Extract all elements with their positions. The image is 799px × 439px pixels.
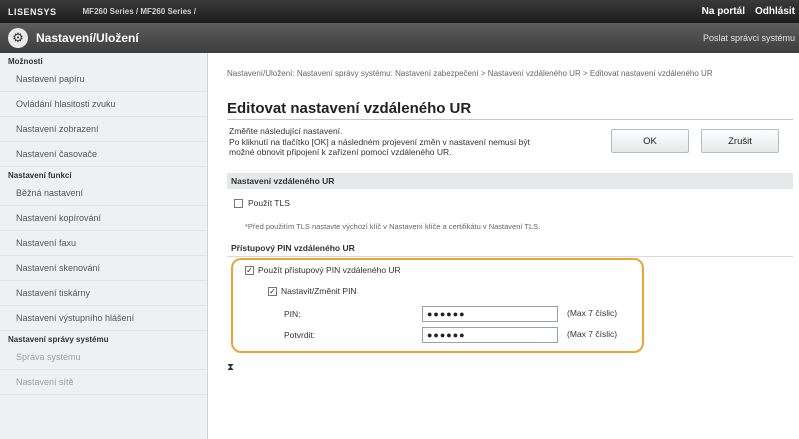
use-tls-checkbox[interactable] — [234, 199, 243, 208]
header-bar: ⚙ Nastavení/Uložení Poslat správci systé… — [0, 23, 799, 53]
sidebar-item-display[interactable]: Nastavení zobrazení — [0, 117, 207, 142]
intro-line-2: Po kliknutí na tlačítko [OK] a následném… — [229, 136, 530, 147]
confirm-pin-input[interactable]: ●●●●●● — [422, 327, 558, 343]
portal-link[interactable]: Na portál — [702, 6, 745, 17]
use-tls-label: Použít TLS — [248, 198, 290, 208]
breadcrumb: Nastavení/Uložení: Nastavení správy syst… — [227, 69, 713, 78]
use-pin-label: Použít přístupový PIN vzdáleného UR — [258, 265, 401, 275]
sidebar-item-timer[interactable]: Nastavení časovače — [0, 142, 207, 167]
sidebar-section-options: Možnosti — [8, 57, 43, 66]
settings-gear-icon: ⚙ — [8, 28, 28, 48]
sidebar-item-printer[interactable]: Nastavení tiskárny — [0, 281, 207, 306]
section-remote-ui: Nastavení vzdáleného UR — [227, 173, 793, 189]
sidebar-item-report[interactable]: Nastavení výstupního hlášení — [0, 306, 207, 331]
sidebar: Možnosti Nastavení papíru Ovládání hlasi… — [0, 53, 208, 439]
cancel-button[interactable]: Zrušit — [701, 129, 779, 153]
intro-line-1: Změňte následující nastavení. — [229, 126, 343, 136]
logout-link[interactable]: Odhlásit — [755, 6, 795, 17]
sidebar-item-volume[interactable]: Ovládání hlasitosti zvuku — [0, 92, 207, 117]
intro-text: Změňte následující nastavení. Po kliknut… — [229, 126, 619, 158]
top-bar: LISENSYS MF260 Series / MF260 Series / N… — [0, 0, 799, 23]
mail-admin-link[interactable]: Poslat správci systému — [703, 33, 795, 43]
set-pin-label: Nastavit/Změnit PIN — [281, 286, 357, 296]
set-pin-checkbox[interactable]: ✓ — [268, 287, 277, 296]
pin-hint: (Max 7 číslic) — [567, 308, 618, 318]
confirm-hint: (Max 7 číslic) — [567, 329, 618, 339]
pin-section-title: Přístupový PIN vzdáleného UR — [227, 243, 793, 257]
top-links: Na portál Odhlásit — [702, 6, 795, 17]
pin-input[interactable]: ●●●●●● — [422, 306, 558, 322]
sidebar-section-functions: Nastavení funkcí — [8, 171, 72, 180]
intro-line-3: možné obnovit připojení k zařízení pomoc… — [229, 147, 452, 157]
tls-note: *Před použitím TLS nastavte výchozí klíč… — [245, 222, 541, 231]
hourglass-icon: ⧗ — [227, 362, 235, 373]
use-pin-checkbox[interactable]: ✓ — [245, 266, 254, 275]
sidebar-item-system-management[interactable]: Správa systému — [0, 345, 207, 370]
brand-logo: LISENSYS — [8, 6, 57, 17]
header-title: Nastavení/Uložení — [36, 31, 139, 45]
sidebar-item-paper[interactable]: Nastavení papíru — [0, 67, 207, 92]
sidebar-item-copy[interactable]: Nastavení kopírování — [0, 206, 207, 231]
sidebar-item-common[interactable]: Běžná nastavení — [0, 181, 207, 206]
sidebar-item-network[interactable]: Nastavení sítě — [0, 370, 207, 395]
sidebar-item-fax[interactable]: Nastavení faxu — [0, 231, 207, 256]
title-divider — [227, 119, 793, 120]
pin-label: PIN: — [284, 309, 301, 319]
sidebar-section-admin: Nastavení správy systému — [8, 335, 109, 344]
page-title: Editovat nastavení vzdáleného UR — [227, 100, 472, 117]
ok-button[interactable]: OK — [611, 129, 689, 153]
confirm-label: Potvrdit: — [284, 330, 316, 340]
sidebar-item-scan[interactable]: Nastavení skenování — [0, 256, 207, 281]
main-content: Nastavení/Uložení: Nastavení správy syst… — [209, 53, 799, 439]
device-model: MF260 Series / MF260 Series / — [82, 7, 196, 16]
